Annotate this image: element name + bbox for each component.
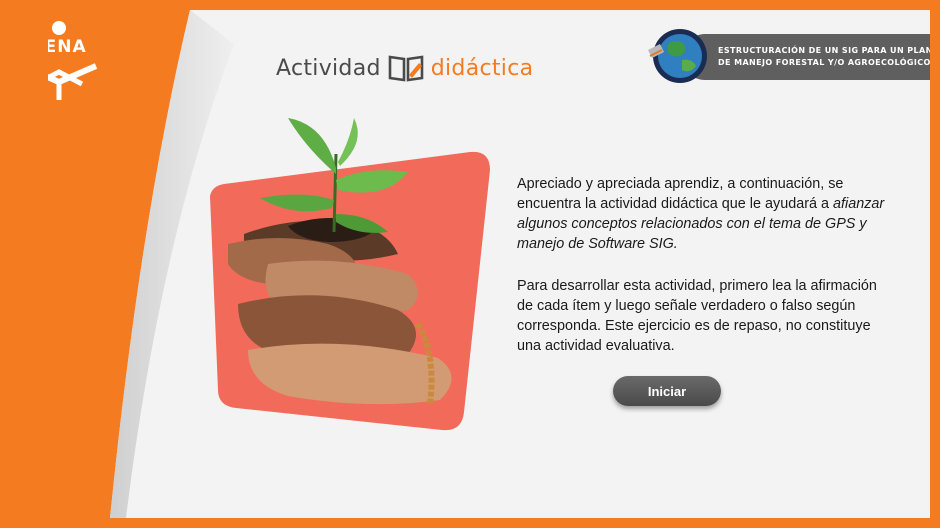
course-title-line2: DE MANEJO FORESTAL Y/O AGROECOLÓGICO	[718, 58, 930, 67]
sena-logo-text: SENA	[48, 37, 87, 57]
slide-panel: Actividad didáctica ESTRUCTURACIÓN DE UN…	[48, 10, 930, 518]
activity-header: Actividad didáctica	[276, 50, 533, 86]
activity-title-word: Actividad	[276, 55, 381, 81]
book-pencil-icon	[388, 55, 424, 82]
start-button[interactable]: Iniciar	[613, 376, 721, 406]
sena-logo: SENA	[48, 20, 102, 100]
course-title-badge: ESTRUCTURACIÓN DE UN SIG PARA UN PLAN DE…	[642, 28, 930, 84]
hands-holding-plant-image	[210, 118, 490, 431]
course-title-bar: ESTRUCTURACIÓN DE UN SIG PARA UN PLAN DE…	[682, 34, 930, 80]
instructions-text: Apreciado y apreciada aprendiz, a contin…	[517, 174, 889, 378]
course-title-line1: ESTRUCTURACIÓN DE UN SIG PARA UN PLAN	[718, 46, 930, 55]
sena-logo-icon	[48, 21, 98, 100]
globe-satellite-icon	[648, 29, 707, 83]
intro-paragraph-1: Apreciado y apreciada aprendiz, a contin…	[517, 174, 889, 254]
intro-paragraph-1-text: Apreciado y apreciada aprendiz, a contin…	[517, 176, 844, 212]
activity-subtitle-word: didáctica	[430, 55, 534, 81]
intro-paragraph-2: Para desarrollar esta actividad, primero…	[517, 278, 877, 354]
